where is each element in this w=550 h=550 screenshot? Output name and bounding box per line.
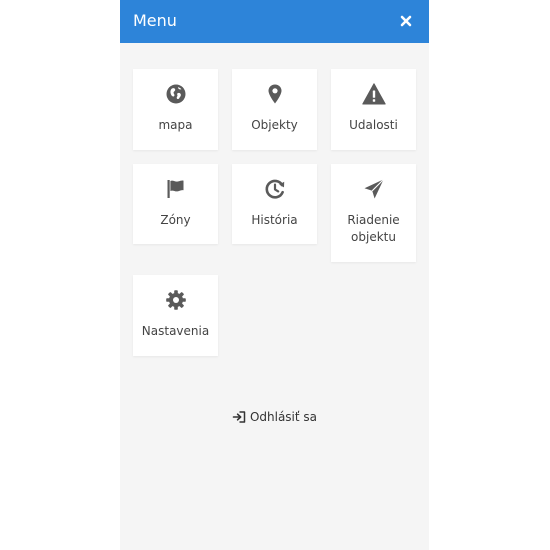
warning-icon bbox=[361, 82, 386, 106]
logout-link[interactable]: Odhlásiť sa bbox=[120, 406, 429, 426]
menu-header: Menu bbox=[120, 0, 429, 43]
close-button[interactable] bbox=[396, 11, 416, 31]
menu-item-label: Riadenie objektu bbox=[347, 213, 400, 244]
menu-panel: Menu mapa Objekty Udalosti Zóny História… bbox=[120, 0, 429, 550]
logout-content: Odhlásiť sa bbox=[232, 407, 317, 427]
menu-item-nastavenia[interactable]: Nastavenia bbox=[133, 275, 218, 356]
close-icon bbox=[400, 15, 412, 27]
menu-item-historia[interactable]: História bbox=[232, 164, 317, 244]
menu-item-label: Udalosti bbox=[349, 118, 398, 132]
gear-icon bbox=[164, 288, 188, 312]
menu-item-label: mapa bbox=[158, 118, 193, 132]
paper-plane-icon bbox=[362, 177, 386, 201]
globe-icon bbox=[164, 82, 188, 106]
menu-item-mapa[interactable]: mapa bbox=[133, 69, 218, 150]
history-icon bbox=[263, 177, 287, 201]
menu-item-label: Objekty bbox=[251, 118, 298, 132]
menu-item-label: Nastavenia bbox=[141, 324, 210, 338]
menu-item-udalosti[interactable]: Udalosti bbox=[331, 69, 416, 150]
sign-out-icon bbox=[232, 410, 246, 424]
menu-title: Menu bbox=[133, 11, 177, 30]
map-pin-icon bbox=[263, 82, 287, 106]
menu-item-label: Zóny bbox=[160, 213, 191, 227]
menu-item-riadenie-objektu[interactable]: Riadenie objektu bbox=[331, 164, 416, 262]
logout-label: Odhlásiť sa bbox=[249, 410, 318, 424]
menu-item-zony[interactable]: Zóny bbox=[133, 164, 218, 244]
flag-icon bbox=[164, 177, 188, 201]
menu-item-label: História bbox=[251, 213, 298, 227]
menu-item-objekty[interactable]: Objekty bbox=[232, 69, 317, 150]
